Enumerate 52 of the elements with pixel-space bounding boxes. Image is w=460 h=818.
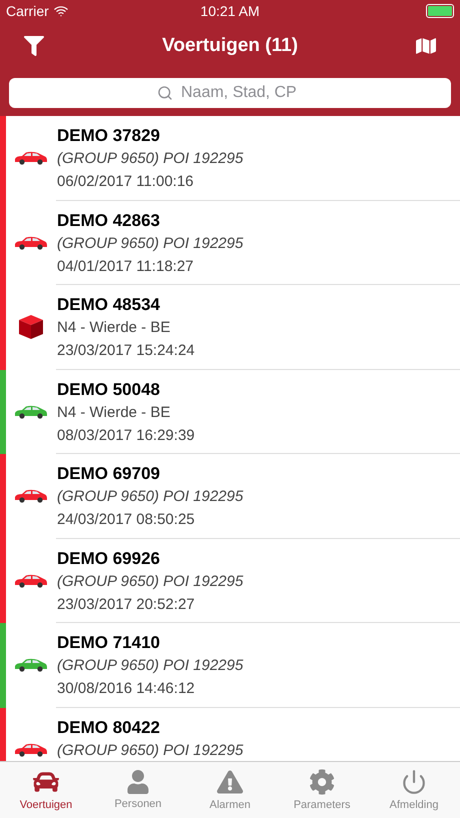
vehicle-timestamp: 08/03/2017 16:29:39 xyxy=(57,426,196,446)
battery-icon xyxy=(426,4,454,18)
vehicle-row[interactable]: DEMO 37829 (GROUP 9650) POI 192295 06/02/2017 11:00:16 xyxy=(0,116,460,200)
box-icon xyxy=(18,314,44,340)
vehicle-location: N4 - Wierde - BE xyxy=(57,318,172,338)
vehicle-location: (GROUP 9650) POI 192295 xyxy=(57,149,244,169)
power-icon xyxy=(401,769,427,795)
vehicle-name: DEMO 69926 xyxy=(57,548,161,570)
vehicle-location: (GROUP 9650) POI 192295 xyxy=(57,740,244,760)
warning-icon xyxy=(217,769,243,795)
vehicle-name: DEMO 80422 xyxy=(57,716,161,738)
car-icon xyxy=(14,658,48,672)
car-icon xyxy=(14,404,48,419)
vehicle-timestamp: 24/03/2017 08:50:25 xyxy=(57,510,196,530)
vehicle-row[interactable]: DEMO 48534 N4 - Wierde - BE 23/03/2017 15:24:24 xyxy=(0,285,460,370)
screen-title: Voertuigen (11) xyxy=(162,35,298,57)
vehicle-row[interactable]: DEMO 42863 (GROUP 9650) POI 192295 04/01/2017 11:18:27 xyxy=(0,200,460,285)
filter-button[interactable] xyxy=(24,36,44,56)
vehicle-row[interactable]: DEMO 69709 (GROUP 9650) POI 192295 24/03/2017 08:50:25 xyxy=(0,454,460,538)
vehicle-timestamp: 30/08/2016 14:46:12 xyxy=(57,679,196,699)
vehicle-name: DEMO 71410 xyxy=(57,632,161,654)
car-icon xyxy=(14,574,48,588)
vehicle-row[interactable]: DEMO 71410 (GROUP 9650) POI 192295 30/08/2016 14:46:12 xyxy=(0,623,460,708)
map-button[interactable] xyxy=(416,36,436,56)
vehicle-location: N4 - Wierde - BE xyxy=(57,402,172,422)
vehicle-name: DEMO 42863 xyxy=(57,210,161,232)
wifi-icon xyxy=(54,4,68,18)
vehicle-location: (GROUP 9650) POI 192295 xyxy=(57,572,244,592)
search-icon xyxy=(157,85,173,101)
carrier-label: Carrier xyxy=(6,3,49,19)
vehicle-location: (GROUP 9650) POI 192295 xyxy=(57,234,244,254)
vehicle-name: DEMO 69709 xyxy=(57,463,161,485)
clock: 10:21 AM xyxy=(200,3,260,19)
vehicle-name: DEMO 50048 xyxy=(57,378,161,400)
car-icon xyxy=(14,489,48,504)
tab[interactable]: Voertuigen xyxy=(0,762,92,818)
car-icon xyxy=(14,236,48,250)
vehicle-row[interactable]: DEMO 69926 (GROUP 9650) POI 192295 23/03/2017 20:52:27 xyxy=(0,538,460,623)
vehicle-timestamp: 23/03/2017 15:24:24 xyxy=(57,341,196,361)
car-icon xyxy=(14,151,48,166)
vehicle-timestamp: 23/03/2017 20:52:27 xyxy=(57,594,196,614)
car-icon xyxy=(14,742,48,757)
person-icon xyxy=(126,770,150,794)
settings-icon xyxy=(309,769,335,795)
vehicle-name: DEMO 37829 xyxy=(57,125,161,147)
vehicle-row[interactable]: DEMO 50048 N4 - Wierde - BE 08/03/2017 16:29:39 xyxy=(0,370,460,454)
vehicle-location: (GROUP 9650) POI 192295 xyxy=(57,656,244,676)
vehicle-timestamp: 04/01/2017 11:18:27 xyxy=(57,256,195,276)
vehicle-timestamp: 06/02/2017 11:00:16 xyxy=(57,172,195,192)
vehicle-row[interactable]: DEMO 80422 (GROUP 9650) POI 192295 xyxy=(0,708,460,761)
vehicle-location: (GROUP 9650) POI 192295 xyxy=(57,487,244,507)
vehicle-name: DEMO 48534 xyxy=(57,294,161,316)
